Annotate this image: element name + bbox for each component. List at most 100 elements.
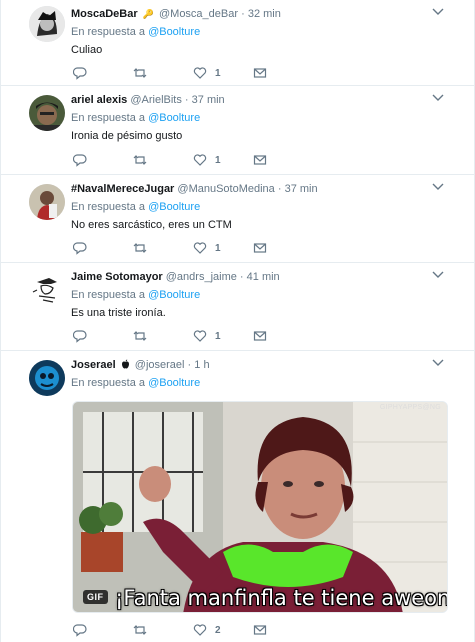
reply-mention[interactable]: @Boolture bbox=[148, 289, 200, 301]
retweet-button[interactable] bbox=[133, 240, 147, 256]
display-name[interactable]: Jaime Sotomayor bbox=[71, 271, 163, 283]
avatar[interactable] bbox=[29, 272, 65, 308]
tweet[interactable]: MoscaDeBar 🔑 @Mosca_deBar · 32 min En re… bbox=[1, 0, 474, 86]
chevron-down-icon[interactable] bbox=[432, 8, 444, 16]
display-name[interactable]: #NavalMereceJugar bbox=[71, 183, 174, 195]
timestamp[interactable]: 41 min bbox=[247, 271, 280, 283]
tweet-header: Joserael @joserael · 1 h bbox=[71, 358, 434, 372]
reply-prefix: En respuesta a bbox=[71, 377, 145, 389]
timestamp[interactable]: 32 min bbox=[248, 8, 281, 20]
key-icon: 🔑 bbox=[142, 9, 154, 19]
avatar[interactable] bbox=[29, 184, 65, 220]
user-handle[interactable]: @ArielBits bbox=[130, 94, 182, 106]
reply-context: En respuesta a @Boolture bbox=[71, 288, 200, 302]
user-handle[interactable]: @andrs_jaime bbox=[166, 271, 237, 283]
direct-message-button[interactable] bbox=[253, 152, 267, 168]
like-count: 1 bbox=[215, 67, 221, 79]
reply-button[interactable] bbox=[73, 152, 87, 168]
reply-icon bbox=[73, 242, 87, 255]
direct-message-button[interactable] bbox=[253, 622, 267, 638]
like-button[interactable]: 2 bbox=[193, 622, 221, 638]
direct-message-button[interactable] bbox=[253, 328, 267, 344]
separator-dot: · bbox=[184, 94, 189, 106]
avatar-image bbox=[29, 6, 65, 42]
separator-dot: · bbox=[239, 271, 244, 283]
gif-badge: GIF bbox=[83, 590, 108, 604]
gif-caption: ¡Fanta manfinfla te tiene aweonao! bbox=[115, 586, 448, 610]
retweet-icon bbox=[133, 625, 147, 635]
reply-mention[interactable]: @Boolture bbox=[148, 201, 200, 213]
tweet-text: Culiao bbox=[71, 44, 103, 56]
gif-watermark: GIPHYAPPS@NG bbox=[379, 404, 441, 411]
direct-message-button[interactable] bbox=[253, 65, 267, 81]
tweet[interactable]: #NavalMereceJugar @ManuSotoMedina · 37 m… bbox=[1, 175, 474, 263]
user-handle[interactable]: @joserael bbox=[135, 359, 185, 371]
reply-button[interactable] bbox=[73, 622, 87, 638]
like-button[interactable]: 1 bbox=[193, 240, 221, 256]
avatar[interactable] bbox=[29, 360, 65, 396]
reply-button[interactable] bbox=[73, 65, 87, 81]
reply-prefix: En respuesta a bbox=[71, 201, 145, 213]
avatar[interactable] bbox=[29, 6, 65, 42]
tweet[interactable]: Jaime Sotomayor @andrs_jaime · 41 min En… bbox=[1, 263, 474, 351]
like-count: 1 bbox=[215, 330, 221, 342]
retweet-button[interactable] bbox=[133, 328, 147, 344]
tweet-text: Es una triste ironía. bbox=[71, 307, 166, 319]
tweet-header: MoscaDeBar 🔑 @Mosca_deBar · 32 min bbox=[71, 7, 434, 21]
gif-still-image bbox=[73, 402, 447, 612]
like-count: 1 bbox=[215, 154, 221, 166]
like-button[interactable]: 1 bbox=[193, 328, 221, 344]
reply-mention[interactable]: @Boolture bbox=[148, 377, 200, 389]
tweet-feed: MoscaDeBar 🔑 @Mosca_deBar · 32 min En re… bbox=[0, 0, 475, 642]
heart-icon bbox=[193, 330, 207, 342]
separator-dot: · bbox=[277, 183, 282, 195]
reply-context: En respuesta a @Boolture bbox=[71, 200, 200, 214]
reply-mention[interactable]: @Boolture bbox=[148, 112, 200, 124]
chevron-down-icon[interactable] bbox=[432, 359, 444, 367]
direct-message-button[interactable] bbox=[253, 240, 267, 256]
tweet-actions: 2 bbox=[73, 622, 273, 638]
heart-icon bbox=[193, 154, 207, 166]
user-handle[interactable]: @ManuSotoMedina bbox=[177, 183, 274, 195]
avatar-image bbox=[29, 184, 65, 220]
timestamp[interactable]: 37 min bbox=[285, 183, 318, 195]
like-button[interactable]: 1 bbox=[193, 152, 221, 168]
chevron-down-icon[interactable] bbox=[432, 183, 444, 191]
envelope-icon bbox=[253, 155, 267, 165]
avatar[interactable] bbox=[29, 95, 65, 131]
heart-icon bbox=[193, 67, 207, 79]
display-name[interactable]: MoscaDeBar bbox=[71, 8, 138, 20]
envelope-icon bbox=[253, 331, 267, 341]
avatar-image bbox=[29, 360, 65, 396]
reply-context: En respuesta a @Boolture bbox=[71, 111, 200, 125]
gif-media[interactable]: GIPHYAPPS@NG GIF ¡Fanta manfinfla te tie… bbox=[72, 401, 448, 613]
retweet-button[interactable] bbox=[133, 65, 147, 81]
reply-prefix: En respuesta a bbox=[71, 26, 145, 38]
reply-prefix: En respuesta a bbox=[71, 289, 145, 301]
display-name[interactable]: ariel alexis bbox=[71, 94, 127, 106]
tweet-header: #NavalMereceJugar @ManuSotoMedina · 37 m… bbox=[71, 182, 434, 196]
retweet-button[interactable] bbox=[133, 152, 147, 168]
apple-icon bbox=[121, 359, 129, 369]
tweet[interactable]: ariel alexis @ArielBits · 37 min En resp… bbox=[1, 86, 474, 175]
reply-context: En respuesta a @Boolture bbox=[71, 376, 200, 390]
tweet-text: Ironia de pésimo gusto bbox=[71, 130, 183, 142]
chevron-down-icon[interactable] bbox=[432, 271, 444, 279]
tweet-actions: 1 bbox=[73, 240, 273, 256]
reply-button[interactable] bbox=[73, 240, 87, 256]
user-handle[interactable]: @Mosca_deBar bbox=[159, 8, 238, 20]
retweet-button[interactable] bbox=[133, 622, 147, 638]
timestamp[interactable]: 1 h bbox=[194, 359, 209, 371]
display-name[interactable]: Joserael bbox=[71, 359, 116, 371]
chevron-down-icon[interactable] bbox=[432, 94, 444, 102]
separator-dot: · bbox=[241, 8, 245, 20]
tweet-header: Jaime Sotomayor @andrs_jaime · 41 min bbox=[71, 270, 434, 284]
reply-button[interactable] bbox=[73, 328, 87, 344]
reply-icon bbox=[73, 154, 87, 167]
timestamp[interactable]: 37 min bbox=[192, 94, 225, 106]
reply-icon bbox=[73, 330, 87, 343]
like-button[interactable]: 1 bbox=[193, 65, 221, 81]
reply-mention[interactable]: @Boolture bbox=[148, 26, 200, 38]
tweet-actions: 1 bbox=[73, 65, 273, 81]
tweet[interactable]: Joserael @joserael · 1 h En respuesta a … bbox=[1, 351, 474, 642]
